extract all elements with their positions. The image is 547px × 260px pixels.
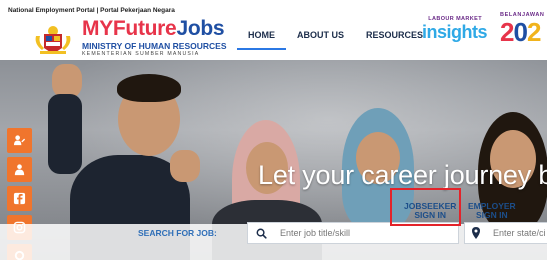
employer-button[interactable] bbox=[7, 157, 32, 182]
search-for-job-label: SEARCH FOR JOB: bbox=[138, 228, 217, 238]
main-nav: HOME ABOUT US RESOURCES bbox=[237, 20, 434, 50]
nav-home[interactable]: HOME bbox=[237, 20, 286, 50]
hero-person-man-arm bbox=[48, 94, 82, 174]
ministry-name-malay: KEMENTERIAN SUMBER MANUSIA bbox=[82, 51, 200, 57]
hero-person-man-fist2 bbox=[170, 150, 200, 182]
site-header: National Employment Portal | Portal Peke… bbox=[0, 0, 547, 60]
hero-person-man-hair bbox=[117, 74, 181, 102]
jobseeker-profile-icon bbox=[13, 135, 26, 146]
facebook-button[interactable] bbox=[7, 186, 32, 211]
map-pin-icon bbox=[472, 227, 480, 239]
job-title-input[interactable] bbox=[280, 226, 450, 240]
labour-market-insights-logo[interactable]: LABOUR MARKET insights bbox=[422, 16, 488, 42]
hero-person-man-fist bbox=[52, 64, 82, 98]
employer-sign-in-button[interactable]: EMPLOYER SIGN IN bbox=[468, 202, 516, 220]
facebook-icon bbox=[13, 192, 26, 205]
malaysia-crest-logo bbox=[35, 26, 71, 54]
ministry-name: MINISTRY OF HUMAN RESOURCES bbox=[82, 41, 227, 51]
location-search-field[interactable] bbox=[464, 222, 547, 244]
search-icon bbox=[256, 228, 267, 239]
hero-tagline: Let your career journey b bbox=[258, 160, 547, 190]
jobseeker-profile-button[interactable] bbox=[7, 128, 32, 153]
belanjawan-logo[interactable]: BELANJAWAN 202 bbox=[500, 12, 545, 46]
annotation-highlight-box bbox=[390, 188, 461, 226]
employer-icon bbox=[14, 164, 25, 176]
myfuturejobs-logo[interactable]: MYFutureJobs MINISTRY OF HUMAN RESOURCES… bbox=[82, 18, 227, 58]
portal-line: National Employment Portal | Portal Peke… bbox=[8, 7, 175, 14]
location-input[interactable] bbox=[493, 226, 547, 240]
nav-about-us[interactable]: ABOUT US bbox=[286, 20, 355, 50]
brand-title: MYFutureJobs bbox=[82, 17, 225, 40]
employer-sign-in-line2: SIGN IN bbox=[476, 210, 508, 220]
